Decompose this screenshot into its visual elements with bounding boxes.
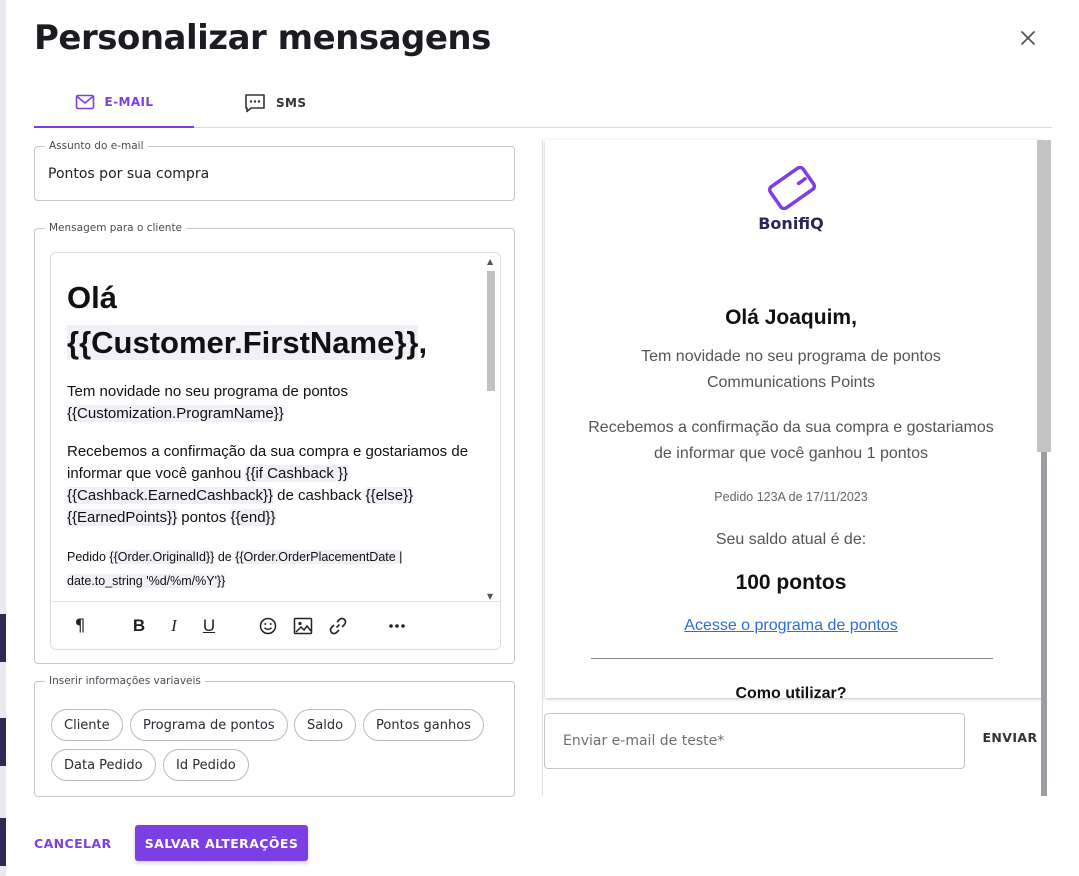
tab-sms[interactable]: SMS — [244, 78, 306, 128]
brand-name: BonifiQ — [758, 214, 824, 233]
link-icon — [329, 617, 347, 635]
emoji-icon — [259, 617, 277, 635]
heading-text: Olá — [67, 280, 117, 315]
mail-icon — [75, 94, 94, 110]
image-icon — [293, 617, 313, 635]
test-email-input[interactable] — [544, 713, 965, 769]
variable-chip-balance[interactable]: Saldo — [294, 709, 357, 741]
tab-email[interactable]: E-MAIL — [34, 78, 194, 128]
message-tabs: E-MAIL SMS — [34, 78, 1052, 128]
insert-image-button[interactable] — [291, 614, 315, 638]
editor-paragraph-3: Pedido {{Order.OriginalId}} de {{Order.O… — [67, 545, 477, 593]
sms-icon — [245, 94, 265, 113]
tab-email-label: E-MAIL — [104, 95, 154, 109]
preview-scroll-thumb[interactable] — [1037, 140, 1051, 452]
editor-toolbar: ¶ B I U — [51, 601, 500, 649]
italic-button[interactable]: I — [162, 614, 186, 638]
insert-link-button[interactable] — [326, 614, 350, 638]
customize-messages-dialog: Personalizar mensagens E-MAIL SMS Assunt… — [6, 0, 1079, 876]
preview-order-info: Pedido 123A de 17/11/2023 — [714, 490, 868, 504]
variables-legend: Inserir informações variaveis — [49, 675, 201, 687]
editor-scroll-thumb[interactable] — [487, 271, 495, 391]
bonifiq-logo-icon — [767, 166, 817, 210]
preview-program-text: Tem novidade no seu programa de pontos C… — [641, 348, 941, 391]
preview-balance-label: Seu saldo atual é de: — [715, 531, 867, 548]
dialog-title: Personalizar mensagens — [34, 18, 491, 58]
p1-variable: {{Customization.ProgramName}} — [67, 405, 284, 422]
subject-legend: Assunto do e-mail — [49, 140, 144, 152]
paragraph-button[interactable]: ¶ — [68, 614, 92, 638]
p2-variable: {{else}} — [365, 487, 414, 504]
p3-text: de — [214, 550, 236, 564]
editor-scrollbar[interactable]: ▲ ▼ — [484, 257, 498, 601]
p2-text: pontos — [177, 509, 231, 526]
preview-confirmation-text: Recebemos a confirmação da sua compra e … — [588, 419, 994, 462]
paragraph-icon: ¶ — [74, 616, 86, 636]
email-subject-input[interactable] — [48, 166, 488, 182]
editor-paragraph-1: Tem novidade no seu programa de pontos {… — [67, 381, 477, 425]
preview-divider — [591, 658, 993, 659]
p2-variable: {{end}} — [230, 509, 276, 526]
variable-chip-points-earned[interactable]: Pontos ganhos — [363, 709, 484, 741]
p2-variable: {{EarnedPoints}} — [67, 509, 178, 526]
heading-suffix: , — [418, 325, 428, 360]
bold-button[interactable]: B — [127, 614, 151, 638]
editor-paragraph-2: Recebemos a confirmação da sua compra e … — [67, 441, 477, 529]
message-legend: Mensagem para o cliente — [49, 222, 183, 234]
close-button[interactable] — [1014, 24, 1042, 52]
insert-variables-field: Inserir informações variaveis Cliente Pr… — [34, 675, 515, 797]
heading-variable: {{Customer.FirstName}} — [67, 325, 419, 360]
p2-variable: {{Cashback.EarnedCashback}} — [67, 487, 273, 504]
variable-chip-program[interactable]: Programa de pontos — [130, 709, 288, 741]
variable-chip-customer[interactable]: Cliente — [51, 709, 123, 741]
email-subject-field: Assunto do e-mail — [34, 140, 515, 201]
email-preview: BonifiQ Olá Joaquim, Tem novidade no seu… — [545, 140, 1043, 698]
preview-program-link[interactable]: Acesse o programa de pontos — [545, 617, 1037, 635]
preview-scrollbar[interactable] — [1035, 140, 1051, 796]
p1-text: Tem novidade no seu programa de pontos — [67, 383, 349, 400]
preview-balance-value: 100 pontos — [735, 571, 847, 594]
cancel-button[interactable]: CANCELAR — [34, 826, 112, 860]
p3-variable: {{Order.OriginalId}} — [109, 550, 215, 564]
p2-variable: {{if Cashback }} — [245, 465, 349, 482]
italic-icon: I — [171, 616, 177, 635]
more-options-button[interactable] — [385, 614, 409, 638]
underline-button[interactable]: U — [197, 614, 221, 638]
email-preview-panel: BonifiQ Olá Joaquim, Tem novidade no seu… — [542, 140, 1052, 796]
editor-heading: Olá {{Customer.FirstName}}, — [67, 275, 477, 365]
editor-content[interactable]: Olá {{Customer.FirstName}}, Tem novidade… — [67, 261, 477, 601]
bold-icon: B — [132, 616, 146, 635]
rich-text-editor[interactable]: Olá {{Customer.FirstName}}, Tem novidade… — [50, 252, 501, 650]
emoji-button[interactable] — [256, 614, 280, 638]
save-changes-button[interactable]: SALVAR ALTERAÇÕES — [135, 825, 308, 861]
scroll-down-icon[interactable]: ▼ — [487, 592, 493, 601]
close-icon — [1021, 31, 1035, 45]
preview-greeting: Olá Joaquim, — [725, 306, 857, 329]
preview-how-to-heading: Como utilizar? — [735, 685, 847, 698]
variable-chip-order-date[interactable]: Data Pedido — [51, 749, 156, 781]
underline-icon: U — [202, 616, 216, 635]
p3-text: Pedido — [67, 550, 110, 564]
variable-chip-order-id[interactable]: Id Pedido — [163, 749, 249, 781]
more-horizontal-icon — [389, 624, 405, 628]
p2-text: de cashback — [272, 487, 366, 504]
scroll-up-icon[interactable]: ▲ — [487, 257, 493, 266]
send-test-button[interactable]: ENVIAR — [978, 724, 1042, 750]
tab-sms-label: SMS — [276, 96, 307, 110]
message-field: Mensagem para o cliente Olá {{Customer.F… — [34, 222, 515, 664]
